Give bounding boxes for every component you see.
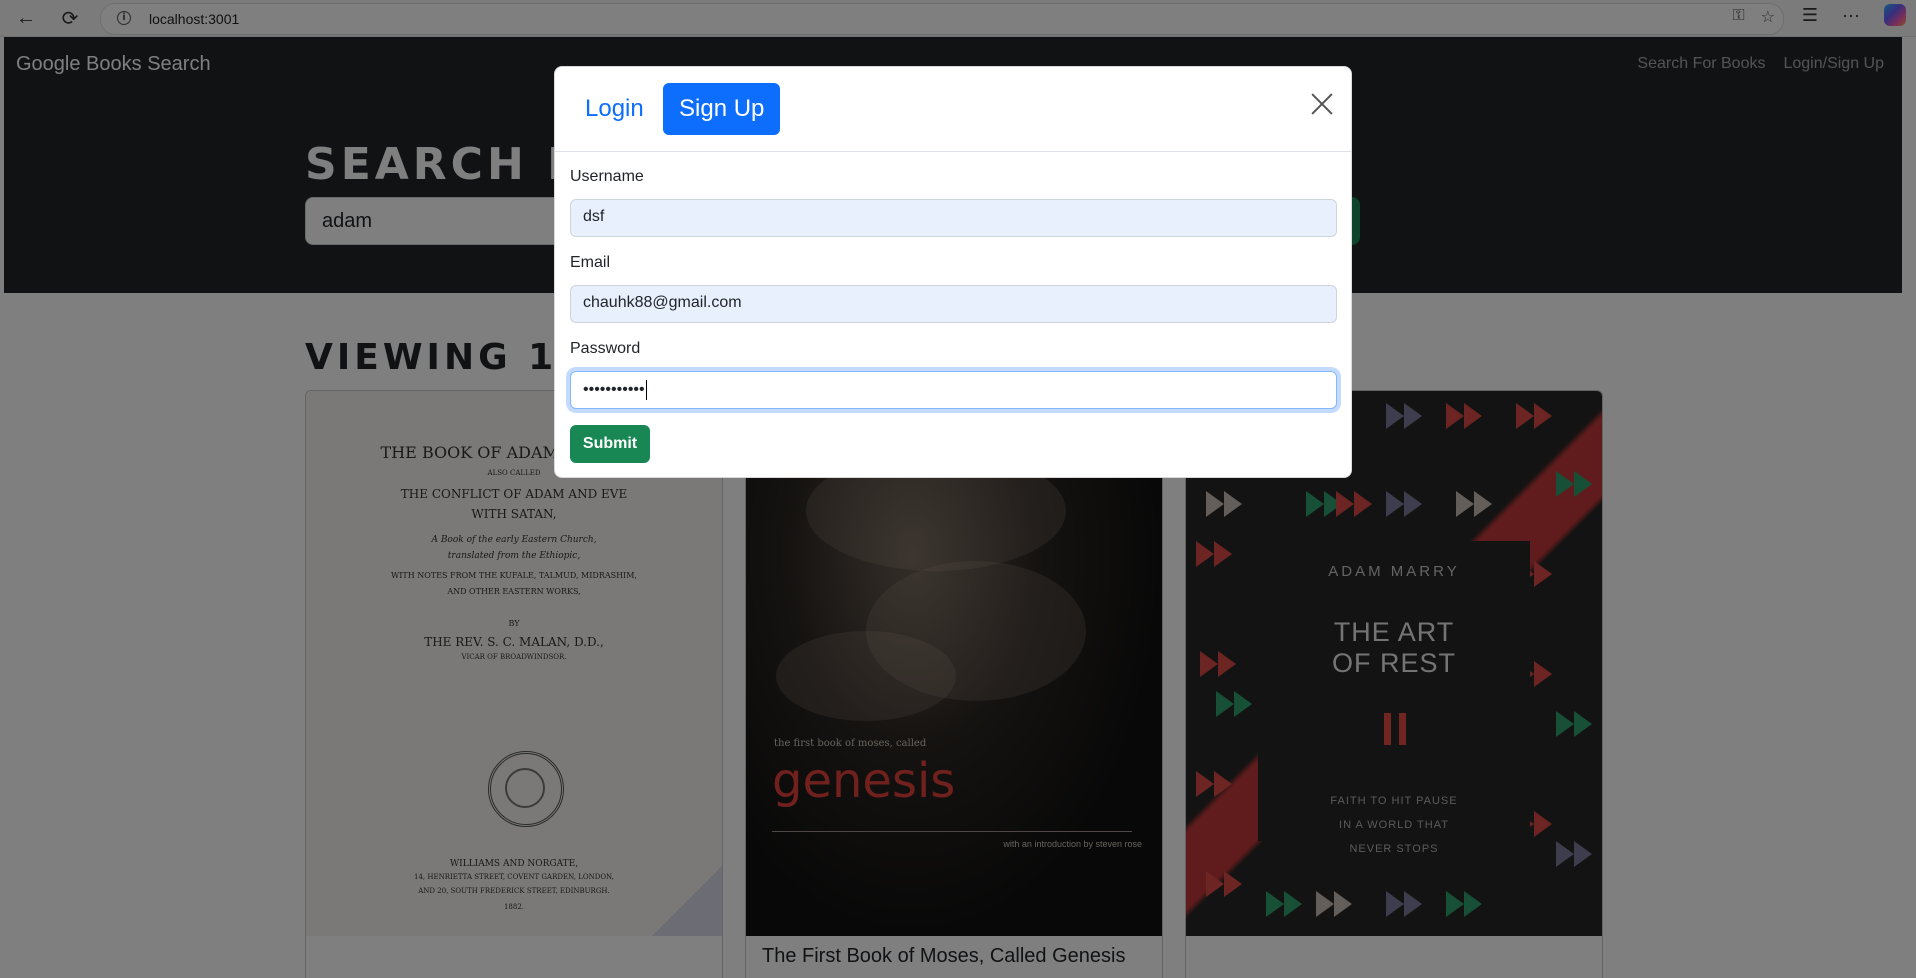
email-field[interactable]: chauhk88@gmail.com [570,285,1337,323]
modal-header: Login Sign Up [555,67,1351,152]
signup-modal: Login Sign Up Username dsf Email chauhk8… [554,66,1352,478]
tab-signup[interactable]: Sign Up [663,83,781,135]
username-label: Username [570,168,644,185]
password-label: Password [570,340,641,357]
password-value: ••••••••••• [583,381,645,399]
password-field[interactable]: ••••••••••• [570,371,1337,409]
username-field[interactable]: dsf [570,199,1337,237]
submit-button[interactable]: Submit [570,425,650,463]
email-label: Email [570,254,611,271]
close-icon[interactable] [1311,93,1333,115]
text-caret [645,380,647,400]
tab-login[interactable]: Login [569,83,660,135]
